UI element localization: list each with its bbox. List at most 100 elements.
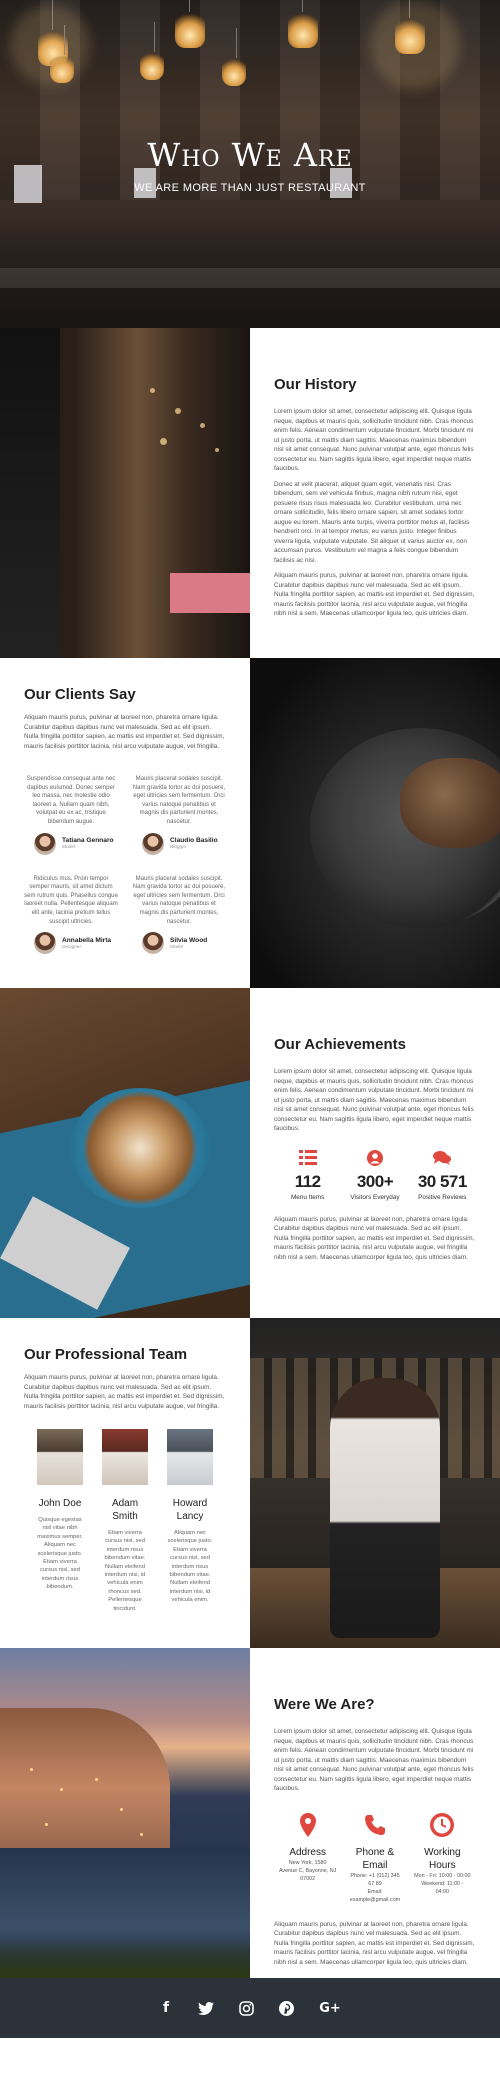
- testimonial-quote: Mauris placerat sodales suscipit. Nam gr…: [132, 875, 226, 925]
- location-section: Were We Are? Lorem ipsum dolor sit amet,…: [0, 1648, 500, 1978]
- avatar: [34, 832, 56, 855]
- contact-line: 07002: [300, 1875, 316, 1882]
- contact-phone-email: Phone & Email Phone: +1 (012) 345 67 89 …: [344, 1812, 406, 1904]
- testimonial-quote: Mauris placerat sodales suscipit. Nam gr…: [132, 776, 226, 825]
- testimonial-grid: Suspendisse consequat ante nec dapibus e…: [24, 775, 226, 955]
- stat-menu-items: 112 Menu Items: [277, 1150, 339, 1201]
- team-section: Our Professional Team Aliquam mauris pur…: [0, 1318, 500, 1648]
- table-surface: [0, 268, 500, 288]
- foreground-foliage: [0, 1938, 250, 1978]
- contact-line: 04:00: [435, 1888, 450, 1895]
- string-light: [215, 448, 219, 452]
- team-member: John Doe Quisque egestas nisl vitae nibh…: [34, 1429, 86, 1613]
- town-light: [45, 1823, 48, 1826]
- pinterest-icon[interactable]: [277, 1999, 295, 2017]
- twitter-icon[interactable]: [197, 1999, 215, 2017]
- pendant-lamp: [288, 0, 318, 48]
- contact-email[interactable]: example@gmail.com: [344, 1896, 406, 1904]
- team-member: Adam Smith Etiam viverra cursus nisl, se…: [99, 1429, 151, 1613]
- testimonial: Mauris placerat sodales suscipit. Nam gr…: [132, 875, 226, 955]
- stat-label: Visitors Everyday: [350, 1193, 400, 1201]
- dessert: [400, 758, 500, 848]
- facebook-icon[interactable]: f: [157, 1999, 175, 2017]
- stat-label: Positive Reviews: [418, 1193, 467, 1201]
- google-plus-icon[interactable]: G+: [317, 1999, 343, 2017]
- section-title: Our History: [274, 376, 357, 393]
- street-photo: [0, 328, 250, 658]
- testimonial-author: Tatiana Gennaro Model: [24, 832, 118, 855]
- stat-visitors: 300+ Visitors Everyday: [344, 1149, 406, 1201]
- town-light: [140, 1833, 143, 1836]
- testimonial: Mauris placerat sodales suscipit. Nam gr…: [132, 775, 226, 855]
- barista: [330, 1378, 440, 1638]
- town-light: [95, 1778, 98, 1781]
- history-paragraph: Aliquam mauris purus, pulvinar at laoree…: [274, 572, 475, 617]
- string-light: [200, 423, 205, 428]
- history-paragraph: Lorem ipsum dolor sit amet, consectetur …: [274, 408, 474, 472]
- location-text: Were We Are? Lorem ipsum dolor sit amet,…: [250, 1648, 500, 1978]
- history-paragraph: Donec at velit placerat, aliquet quam eg…: [274, 480, 470, 564]
- contact-line: Phone: +1 (012) 345: [350, 1872, 400, 1879]
- avatar: [142, 932, 164, 955]
- clients-intro: Aliquam mauris purus, pulvinar at laoree…: [24, 714, 225, 750]
- stats-row: 112 Menu Items 300+ Visitors Everyday 30…: [274, 1149, 476, 1201]
- town-light: [30, 1768, 33, 1771]
- chalkboard: [0, 328, 60, 658]
- string-light: [160, 438, 167, 445]
- member-name: John Doe: [38, 1498, 82, 1509]
- team-members: John Doe Quisque egestas nisl vitae nibh…: [24, 1429, 226, 1613]
- avatar: [34, 932, 56, 955]
- achievements-outro: Aliquam mauris purus, pulvinar at laoree…: [274, 1215, 475, 1261]
- author-info: Tatiana Gennaro Model: [62, 837, 114, 850]
- pink-table: [170, 573, 250, 613]
- avatar: [142, 832, 164, 855]
- stat-value: 300+: [356, 1171, 394, 1191]
- lamp-glow: [370, 0, 460, 90]
- contact-line: Weekend: 11:00 -: [421, 1880, 464, 1887]
- footer: f G+: [0, 1978, 500, 2038]
- location-outro: Aliquam mauris purus, pulvinar at laoree…: [274, 1920, 475, 1966]
- testimonial-quote: Ridiculus mus. Proin tempor semper mauri…: [24, 875, 118, 925]
- history-text: Our History Lorem ipsum dolor sit amet, …: [250, 328, 500, 658]
- clients-section: Our Clients Say Aliquam mauris purus, pu…: [0, 658, 500, 988]
- town-light: [120, 1808, 123, 1811]
- pendant-lamp: [222, 28, 246, 86]
- testimonial: Ridiculus mus. Proin tempor semper mauri…: [24, 875, 118, 955]
- instagram-icon[interactable]: [237, 1999, 255, 2017]
- contact-line: 67 89: [368, 1880, 382, 1887]
- author-name: Annabella Mirta: [62, 936, 112, 944]
- hero-banner: Who We Are WE ARE MORE THAN JUST RESTAUR…: [0, 0, 500, 328]
- town-photo: [0, 1648, 250, 1978]
- testimonial-author: Claudio Basilio Blogger: [132, 832, 226, 855]
- contact-line: Mon - Fri: 10:00 - 00:00: [414, 1872, 471, 1879]
- achievements-text: Our Achievements Lorem ipsum dolor sit a…: [250, 988, 500, 1318]
- string-light: [175, 408, 181, 414]
- achievements-section: Our Achievements Lorem ipsum dolor sit a…: [0, 988, 500, 1318]
- author-info: Claudio Basilio Blogger: [170, 837, 218, 850]
- testimonial-author: Silvia Wood Model: [132, 932, 226, 955]
- author-role: Model: [62, 845, 76, 851]
- team-text: Our Professional Team Aliquam mauris pur…: [0, 1318, 250, 1648]
- member-description: Aliquam nec scelerisque justo. Etiam viv…: [167, 1530, 213, 1604]
- testimonial-author: Annabella Mirta Designer: [24, 932, 118, 955]
- comments-icon: [411, 1150, 473, 1166]
- author-role: Blogger: [170, 845, 187, 851]
- page-title: Who We Are: [147, 136, 353, 174]
- contact-line: Email:: [367, 1888, 383, 1895]
- list-icon: [277, 1150, 339, 1166]
- contact-title: Address: [289, 1846, 326, 1858]
- section-title: Were We Are?: [274, 1696, 375, 1713]
- achievements-intro: Lorem ipsum dolor sit amet, consectetur …: [274, 1068, 474, 1132]
- dessert-photo: [250, 658, 500, 988]
- team-member: Howard Lancy Aliquam nec scelerisque jus…: [164, 1429, 216, 1613]
- team-intro: Aliquam mauris purus, pulvinar at laoree…: [24, 1374, 225, 1410]
- location-intro: Lorem ipsum dolor sit amet, consectetur …: [274, 1728, 474, 1792]
- member-photo: [167, 1429, 213, 1485]
- member-description: Quisque egestas nisl vitae nibh maximus …: [37, 1517, 83, 1591]
- contact-line: New York, 1580: [288, 1859, 327, 1866]
- contact-address: Address New York, 1580 Avenue C, Bayonne…: [277, 1812, 339, 1904]
- stat-label: Menu Items: [290, 1193, 325, 1201]
- coffee-photo: [0, 988, 250, 1318]
- map-marker-icon: [277, 1812, 339, 1838]
- clock-icon: [411, 1812, 473, 1838]
